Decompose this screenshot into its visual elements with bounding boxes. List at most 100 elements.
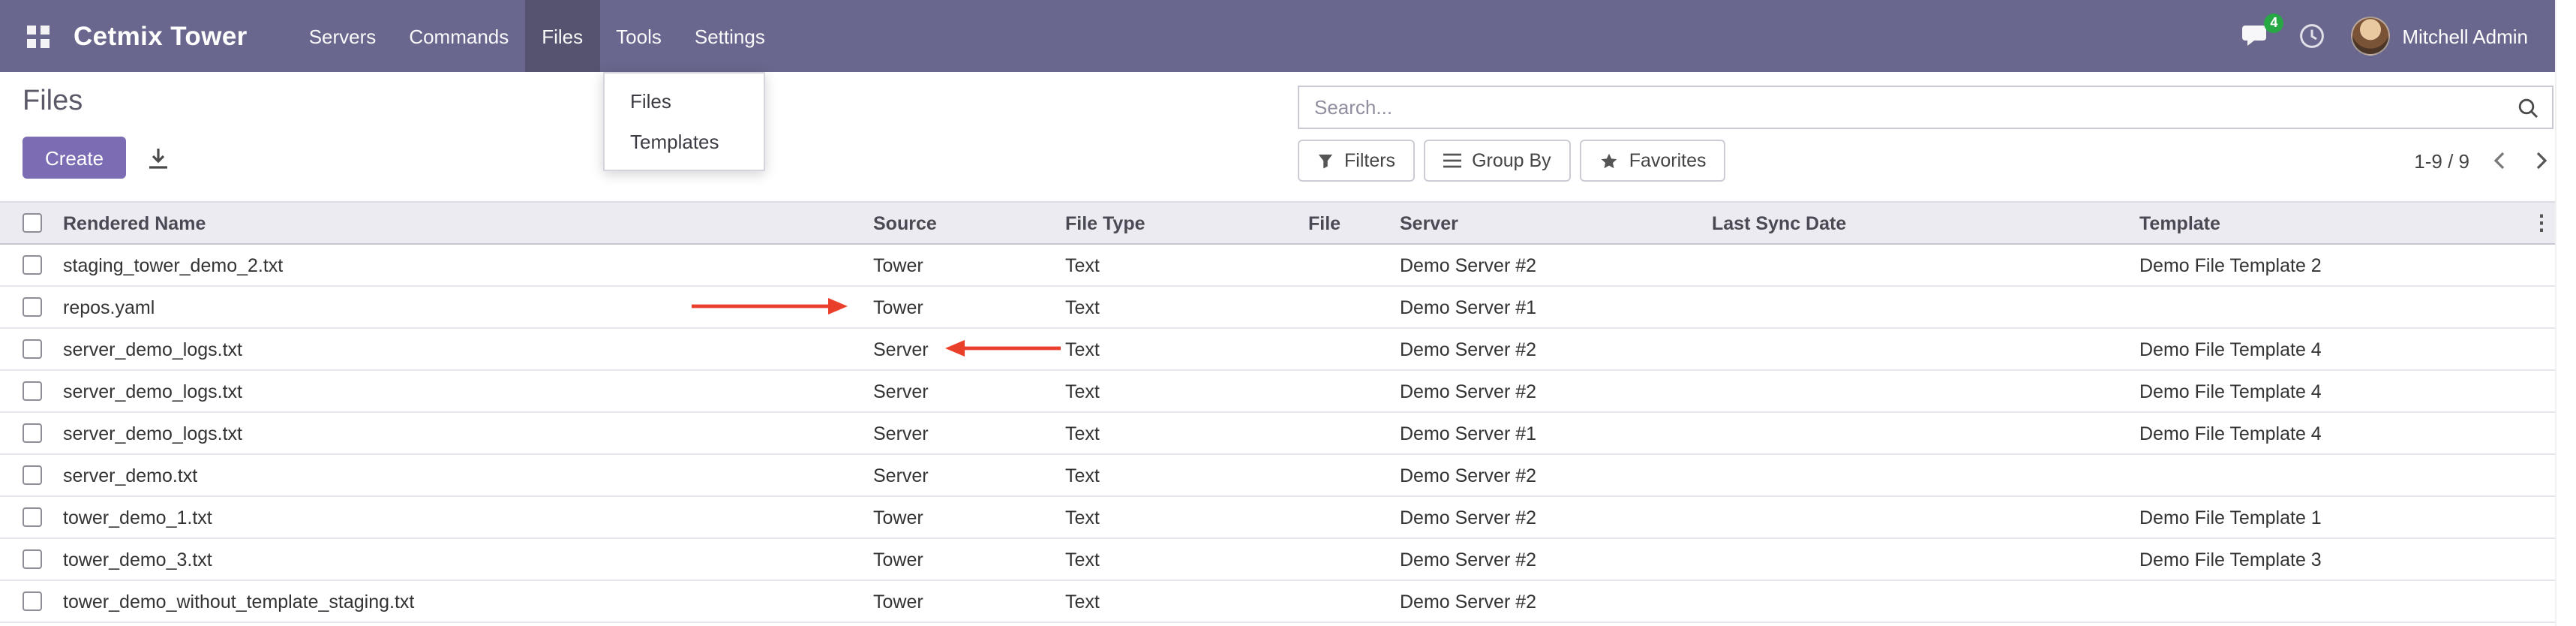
cell-last-sync-date[interactable] xyxy=(1703,454,2130,496)
column-header-last-sync-date[interactable]: Last Sync Date xyxy=(1703,202,2130,244)
cell-server[interactable]: Demo Server #2 xyxy=(1391,454,1703,496)
table-row[interactable]: server_demo_logs.txtServerTextDemo Serve… xyxy=(0,328,2555,370)
cell-rendered-name[interactable]: tower_demo_1.txt xyxy=(54,496,864,538)
cell-template[interactable]: Demo File Template 4 xyxy=(2130,370,2528,412)
cell-source[interactable]: Server xyxy=(864,454,1056,496)
cell-server[interactable]: Demo Server #2 xyxy=(1391,580,1703,622)
menu-settings[interactable]: Settings xyxy=(678,0,782,72)
cell-last-sync-date[interactable] xyxy=(1703,286,2130,328)
dropdown-item-templates[interactable]: Templates xyxy=(605,122,764,162)
cell-template[interactable]: Demo File Template 4 xyxy=(2130,412,2528,454)
cell-server[interactable]: Demo Server #2 xyxy=(1391,538,1703,580)
row-checkbox[interactable] xyxy=(23,297,42,317)
export-icon[interactable] xyxy=(138,140,179,175)
cell-server[interactable]: Demo Server #1 xyxy=(1391,286,1703,328)
column-header-server[interactable]: Server xyxy=(1391,202,1703,244)
row-checkbox[interactable] xyxy=(23,591,42,611)
table-row[interactable]: server_demo.txtServerText Demo Server #2 xyxy=(0,454,2555,496)
create-button[interactable]: Create xyxy=(23,137,126,179)
row-checkbox[interactable] xyxy=(23,423,42,443)
cell-source[interactable]: Tower xyxy=(864,538,1056,580)
pager-next-icon[interactable] xyxy=(2529,149,2553,173)
row-checkbox[interactable] xyxy=(23,381,42,401)
app-brand[interactable]: Cetmix Tower xyxy=(74,20,248,52)
cell-server[interactable]: Demo Server #2 xyxy=(1391,328,1703,370)
search-icon[interactable] xyxy=(2504,97,2552,118)
cell-last-sync-date[interactable] xyxy=(1703,328,2130,370)
cell-rendered-name[interactable]: tower_demo_without_template_staging.txt xyxy=(54,580,864,622)
cell-file-type[interactable]: Text xyxy=(1056,286,1299,328)
cell-file-type[interactable]: Text xyxy=(1056,370,1299,412)
pager-previous-icon[interactable] xyxy=(2487,149,2511,173)
optional-columns-icon[interactable]: ⋮ xyxy=(2531,210,2552,234)
cell-file-type[interactable]: Text xyxy=(1056,412,1299,454)
cell-template[interactable]: Demo File Template 2 xyxy=(2130,244,2528,286)
favorites-button[interactable]: Favorites xyxy=(1580,140,1726,182)
filters-button[interactable]: Filters xyxy=(1298,140,1415,182)
table-row[interactable]: server_demo_logs.txtServerTextDemo Serve… xyxy=(0,412,2555,454)
row-checkbox[interactable] xyxy=(23,465,42,485)
cell-source[interactable]: Tower xyxy=(864,244,1056,286)
cell-server[interactable]: Demo Server #2 xyxy=(1391,496,1703,538)
cell-rendered-name[interactable]: tower_demo_3.txt xyxy=(54,538,864,580)
column-header-source[interactable]: Source xyxy=(864,202,1056,244)
cell-source[interactable]: Tower xyxy=(864,580,1056,622)
row-checkbox[interactable] xyxy=(23,255,42,275)
cell-source[interactable]: Tower xyxy=(864,496,1056,538)
cell-rendered-name[interactable]: server_demo_logs.txt xyxy=(54,328,864,370)
cell-template[interactable] xyxy=(2130,454,2528,496)
cell-last-sync-date[interactable] xyxy=(1703,496,2130,538)
cell-last-sync-date[interactable] xyxy=(1703,412,2130,454)
cell-last-sync-date[interactable] xyxy=(1703,580,2130,622)
table-row[interactable]: tower_demo_1.txtTowerText Demo Server #2 D… xyxy=(0,496,2555,538)
cell-file[interactable] xyxy=(1299,580,1391,622)
messages-icon[interactable]: 4 xyxy=(2238,20,2273,52)
cell-template[interactable] xyxy=(2130,580,2528,622)
table-row[interactable]: server_demo_logs.txtServerTextDemo Serve… xyxy=(0,370,2555,412)
cell-file[interactable] xyxy=(1299,538,1391,580)
cell-file[interactable] xyxy=(1299,328,1391,370)
cell-file-type[interactable]: Text xyxy=(1056,496,1299,538)
cell-template[interactable] xyxy=(2130,286,2528,328)
cell-rendered-name[interactable]: server_demo_logs.txt xyxy=(54,370,864,412)
cell-file[interactable] xyxy=(1299,496,1391,538)
cell-server[interactable]: Demo Server #1 xyxy=(1391,412,1703,454)
cell-source[interactable]: Tower xyxy=(864,286,1056,328)
cell-template[interactable]: Demo File Template 4 xyxy=(2130,328,2528,370)
dropdown-item-files[interactable]: Files xyxy=(605,81,764,122)
cell-rendered-name[interactable]: server_demo_logs.txt xyxy=(54,412,864,454)
row-checkbox[interactable] xyxy=(23,549,42,569)
cell-file-type[interactable]: Text xyxy=(1056,328,1299,370)
cell-last-sync-date[interactable] xyxy=(1703,244,2130,286)
column-header-template[interactable]: Template xyxy=(2130,202,2528,244)
cell-template[interactable]: Demo File Template 1 xyxy=(2130,496,2528,538)
cell-file[interactable] xyxy=(1299,286,1391,328)
cell-file[interactable] xyxy=(1299,412,1391,454)
column-header-file[interactable]: File xyxy=(1299,202,1391,244)
cell-server[interactable]: Demo Server #2 xyxy=(1391,244,1703,286)
cell-last-sync-date[interactable] xyxy=(1703,370,2130,412)
group-by-button[interactable]: Group By xyxy=(1424,140,1571,182)
scrollbar[interactable] xyxy=(2555,0,2576,626)
cell-file-type[interactable]: Text xyxy=(1056,580,1299,622)
apps-menu-icon[interactable] xyxy=(21,19,56,53)
menu-tools[interactable]: Tools xyxy=(599,0,678,72)
cell-file[interactable] xyxy=(1299,370,1391,412)
column-header-rendered-name[interactable]: Rendered Name xyxy=(54,202,864,244)
menu-commands[interactable]: Commands xyxy=(392,0,525,72)
cell-file-type[interactable]: Text xyxy=(1056,244,1299,286)
user-menu[interactable]: Mitchell Admin xyxy=(2351,17,2528,56)
table-row[interactable]: tower_demo_without_template_staging.txtT… xyxy=(0,580,2555,622)
search-bar[interactable] xyxy=(1298,86,2553,129)
column-header-file-type[interactable]: File Type xyxy=(1056,202,1299,244)
cell-template[interactable]: Demo File Template 3 xyxy=(2130,538,2528,580)
cell-file-type[interactable]: Text xyxy=(1056,454,1299,496)
table-row[interactable]: repos.yamlTowerText Demo Server #1 xyxy=(0,286,2555,328)
cell-rendered-name[interactable]: repos.yaml xyxy=(54,286,864,328)
table-row[interactable]: staging_tower_demo_2.txtTowerText Demo Se… xyxy=(0,244,2555,286)
activities-icon[interactable] xyxy=(2295,20,2328,53)
menu-files[interactable]: Files xyxy=(525,0,599,72)
cell-rendered-name[interactable]: server_demo.txt xyxy=(54,454,864,496)
cell-rendered-name[interactable]: staging_tower_demo_2.txt xyxy=(54,244,864,286)
cell-source[interactable]: Server xyxy=(864,370,1056,412)
